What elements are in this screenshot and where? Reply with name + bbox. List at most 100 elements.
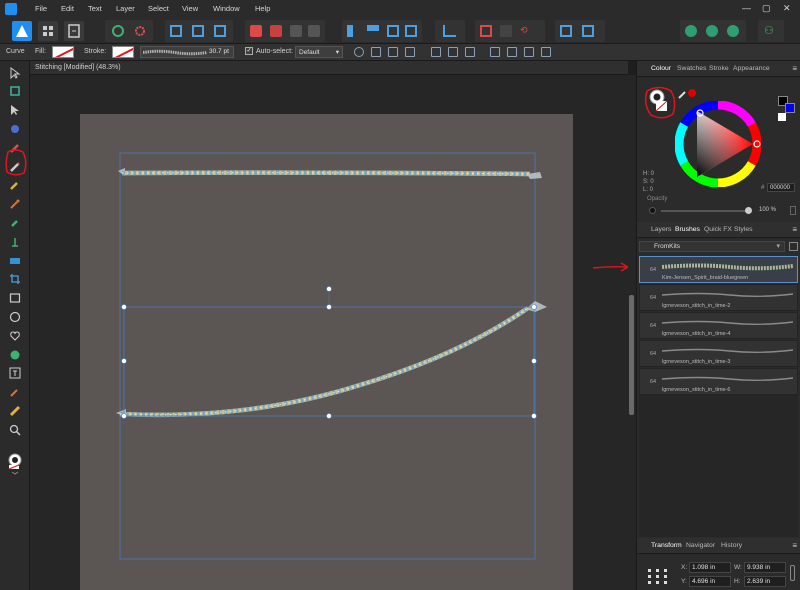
tab-layers[interactable]: Layers: [651, 226, 671, 233]
curved-braid-stroke[interactable]: [116, 301, 547, 418]
lock-aspect-icon[interactable]: [790, 565, 795, 581]
auto-select-dropdown[interactable]: Default ▾: [295, 46, 343, 58]
brush-category-dropdown[interactable]: FromKits ▾: [639, 241, 785, 252]
menu-text[interactable]: Text: [88, 4, 102, 13]
tab-quick-fx[interactable]: Quick FX: [704, 226, 732, 233]
brush-options-icon[interactable]: [789, 242, 798, 251]
align-middle-icon[interactable]: [448, 47, 458, 57]
brush-item[interactable]: 64 lgrneveson_stitch_in_time-6: [639, 368, 798, 395]
menu-select[interactable]: Select: [148, 4, 169, 13]
crop-tool-icon[interactable]: [9, 273, 21, 285]
panel-menu-icon[interactable]: ≡: [792, 64, 797, 73]
corner-tool-icon[interactable]: [9, 123, 21, 135]
brush-item[interactable]: 64 lgrneveson_stitch_in_time-4: [639, 312, 798, 339]
artboard-tool-icon[interactable]: [9, 85, 21, 97]
snap-grid-icon[interactable]: [214, 25, 226, 37]
fill-swatch[interactable]: [52, 46, 74, 58]
assistant-settings-icon[interactable]: [685, 25, 697, 37]
minimize-button[interactable]: —: [742, 3, 751, 13]
insert-inside-icon[interactable]: ⟲: [520, 25, 538, 37]
alignment-icon[interactable]: [443, 25, 456, 37]
vector-brush-tool-icon[interactable]: [9, 179, 21, 191]
place-image-tool-icon[interactable]: [9, 255, 21, 267]
panel-menu-icon[interactable]: ≡: [792, 225, 797, 234]
tab-stroke[interactable]: Stroke: [709, 65, 729, 72]
align-right-icon[interactable]: [405, 47, 415, 57]
fill-stroke-selector-icon[interactable]: [6, 451, 24, 475]
menu-edit[interactable]: Edit: [61, 4, 74, 13]
color-picker-tool-icon[interactable]: [9, 198, 21, 210]
node-tool-icon[interactable]: [9, 104, 21, 116]
insert-behind-icon[interactable]: [480, 25, 492, 37]
space-evenly-vertical-icon[interactable]: [541, 47, 551, 57]
add-boolean-icon[interactable]: [250, 25, 262, 37]
menu-file[interactable]: File: [35, 4, 47, 13]
opacity-slider-knob[interactable]: [745, 207, 752, 214]
rotate-icon[interactable]: [405, 25, 417, 37]
document-tab[interactable]: Stitching [Modified] (48.3%): [30, 61, 628, 75]
export-persona-button[interactable]: [64, 21, 84, 41]
brush-item[interactable]: 64 lgrneveson_stitch_in_time-3: [639, 340, 798, 367]
w-field[interactable]: 9.938 in: [744, 562, 786, 573]
tab-styles[interactable]: Styles: [734, 226, 753, 233]
distribute-horizontal-icon[interactable]: [490, 47, 500, 57]
stroke-width-slider[interactable]: 30.7 pt: [140, 46, 234, 58]
snap-bounding-icon[interactable]: [192, 25, 204, 37]
flip-horizontal-icon[interactable]: [347, 25, 359, 37]
divide-boolean-icon[interactable]: [308, 25, 320, 37]
tab-navigator[interactable]: Navigator: [686, 542, 715, 549]
space-evenly-icon[interactable]: [524, 47, 534, 57]
tab-swatches[interactable]: Swatches: [677, 65, 706, 72]
view-mode-icon[interactable]: [706, 25, 718, 37]
ellipse-tool-icon[interactable]: [9, 311, 21, 323]
eyedropper-tool-icon[interactable]: [9, 386, 21, 398]
heart-shape-tool-icon[interactable]: [9, 330, 21, 342]
tab-appearance[interactable]: Appearance: [733, 65, 770, 72]
tab-brushes[interactable]: Brushes: [675, 226, 700, 233]
brush-item[interactable]: 64 Kim-Jensen_Spirit_braid-bluegreen: [639, 256, 798, 283]
auto-select-checkbox[interactable]: ✓: [245, 47, 253, 55]
transform-origin-icon[interactable]: [560, 25, 572, 37]
snapping-icon[interactable]: [170, 25, 182, 37]
maximize-button[interactable]: ▢: [762, 3, 771, 14]
menu-layer[interactable]: Layer: [116, 4, 135, 13]
hex-input[interactable]: 000000: [767, 183, 795, 192]
default-white-swatch[interactable]: [778, 113, 786, 121]
arrange-icon[interactable]: [387, 25, 399, 37]
pixel-persona-button[interactable]: [38, 21, 58, 41]
x-field[interactable]: 1.098 in: [689, 562, 731, 573]
distribute-vertical-icon[interactable]: [507, 47, 517, 57]
menu-view[interactable]: View: [182, 4, 198, 13]
colour-picker-icon[interactable]: [677, 86, 699, 100]
shape-tool-icon[interactable]: [9, 349, 21, 361]
preferences-gear-icon[interactable]: [133, 24, 147, 38]
edit-selection-icon[interactable]: [582, 25, 594, 37]
tab-history[interactable]: History: [721, 542, 742, 549]
tab-colour[interactable]: Colour: [651, 65, 671, 72]
align-left-icon[interactable]: [371, 47, 381, 57]
rectangle-tool-icon[interactable]: [9, 292, 21, 304]
intersect-boolean-icon[interactable]: [290, 25, 302, 37]
align-top-icon[interactable]: [431, 47, 441, 57]
y-field[interactable]: 4.696 in: [689, 576, 731, 587]
stroke-swatch[interactable]: [112, 46, 134, 58]
tab-transform[interactable]: Transform: [651, 542, 682, 549]
h-field[interactable]: 2.639 in: [744, 576, 786, 587]
subtract-boolean-icon[interactable]: [270, 25, 282, 37]
move-tool-icon[interactable]: [9, 67, 21, 79]
transform-origin-toggle-icon[interactable]: [354, 47, 364, 57]
align-center-icon[interactable]: [388, 47, 398, 57]
transparency-tool-icon[interactable]: [9, 236, 21, 248]
frame-text-tool-icon[interactable]: [9, 367, 21, 379]
opacity-slider-track[interactable]: [661, 210, 749, 212]
user-account-icon[interactable]: ⚇: [764, 24, 774, 37]
secondary-colour-swatch[interactable]: [785, 103, 795, 113]
gradient-tool-icon[interactable]: [9, 405, 21, 417]
scrollbar-thumb[interactable]: [629, 295, 634, 415]
align-bottom-icon[interactable]: [465, 47, 475, 57]
insert-top-icon[interactable]: [500, 25, 512, 37]
selection-handles[interactable]: [121, 286, 537, 419]
designer-persona-button[interactable]: [12, 21, 32, 41]
panel-menu-icon[interactable]: ≡: [792, 541, 797, 550]
close-window-button[interactable]: ✕: [783, 3, 791, 14]
